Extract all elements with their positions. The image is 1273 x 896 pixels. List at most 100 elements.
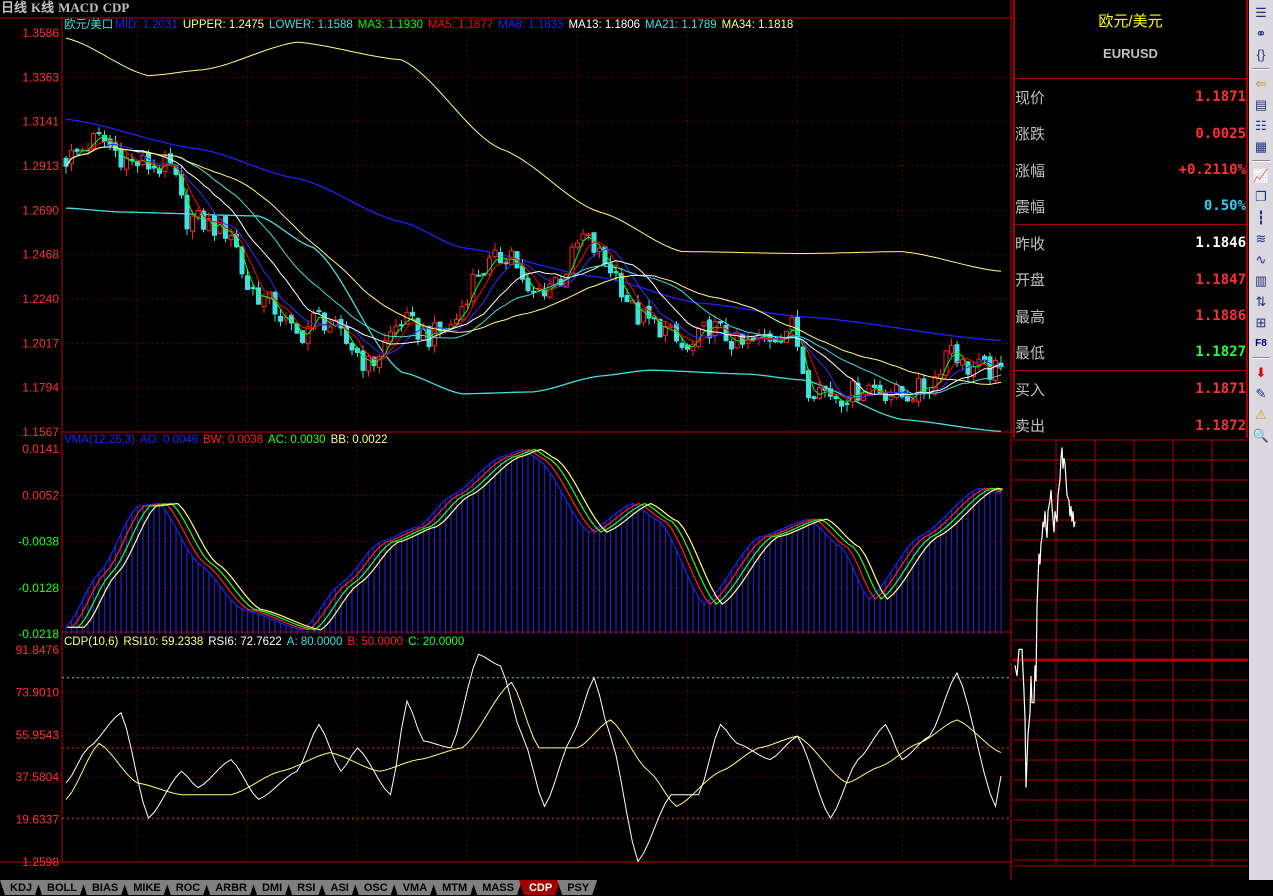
- toolbar-separator: [1252, 357, 1270, 359]
- tab-arbr[interactable]: ARBR: [205, 880, 255, 895]
- tab-asi[interactable]: ASI: [321, 880, 357, 895]
- y-tick-label: 1.2598: [22, 855, 59, 869]
- candle-body: [806, 370, 811, 399]
- window-icon[interactable]: ❐: [1251, 186, 1271, 207]
- legend-ao: AO: 0.0046: [139, 434, 199, 446]
- candle: [921, 374, 927, 399]
- candlestick-icon[interactable]: ┇: [1251, 207, 1271, 228]
- candle: [476, 269, 481, 277]
- y-tick-label: -0.0218: [18, 627, 59, 641]
- warning-icon[interactable]: ⚠: [1251, 404, 1271, 425]
- rsi10-line: [65, 681, 1002, 808]
- candle-body: [190, 215, 195, 232]
- quote-value: 1.1847: [1195, 271, 1246, 288]
- quote-label: 买入: [1015, 381, 1046, 399]
- candle-body: [960, 359, 965, 366]
- legend-rsi6: RSI6: 72.7622: [208, 636, 282, 648]
- quote-row: 买入 1.1871: [1015, 371, 1246, 408]
- y-tick-label: 55.9543: [16, 728, 60, 742]
- candle-body: [740, 333, 745, 345]
- candle: [272, 291, 278, 322]
- candle-body: [228, 235, 234, 241]
- candle-body: [789, 316, 795, 331]
- quote-title: 欧元/美元: [1098, 13, 1163, 30]
- candle-body: [69, 150, 74, 165]
- candle: [811, 395, 817, 402]
- table-icon[interactable]: ▦: [1251, 136, 1271, 157]
- candle-body: [195, 210, 201, 218]
- quote-list-icon[interactable]: ☷: [1251, 115, 1271, 136]
- tab-psy[interactable]: PSY: [557, 880, 597, 895]
- pencil-icon[interactable]: ✎: [1251, 383, 1271, 404]
- tab-cdp[interactable]: CDP: [519, 880, 560, 895]
- tab-vma[interactable]: VMA: [393, 880, 435, 895]
- candle: [366, 353, 371, 377]
- candle-body: [261, 295, 267, 308]
- candle-body: [135, 161, 140, 167]
- candle: [712, 314, 718, 344]
- quote-row: 开盘 1.1847: [1015, 262, 1246, 299]
- vma-histogram: [65, 449, 1002, 634]
- ac-line: [67, 448, 1003, 631]
- y-tick-label: 37.5804: [16, 770, 60, 784]
- indicator-cdp[interactable]: CDP: [103, 0, 130, 15]
- candle: [872, 378, 877, 394]
- quote-value: 1.1886: [1195, 308, 1246, 325]
- ma34-line: [65, 146, 1002, 385]
- candle: [839, 399, 844, 413]
- candle: [828, 381, 833, 400]
- candle: [690, 340, 696, 357]
- candle: [509, 246, 514, 266]
- y-tick-label: 1.2240: [22, 292, 59, 306]
- download-icon[interactable]: ⬇: [1251, 362, 1271, 383]
- candle: [718, 320, 723, 327]
- quote-row: 卖出 1.1872: [1015, 408, 1246, 445]
- quote-row: 最低 1.1827: [1015, 335, 1246, 371]
- tab-osc[interactable]: OSC: [354, 880, 396, 895]
- tab-bias[interactable]: BIAS: [82, 880, 126, 895]
- back-arrow-icon[interactable]: ⇦: [1251, 73, 1271, 94]
- candle-body: [322, 312, 327, 331]
- link-icon[interactable]: ⚭: [1251, 23, 1271, 44]
- y-tick-label: 19.6337: [16, 813, 60, 827]
- columns-icon[interactable]: ▥: [1251, 270, 1271, 291]
- ma21-line: [65, 146, 1002, 395]
- candle-body: [316, 310, 322, 313]
- line-chart-icon[interactable]: 📈: [1251, 165, 1271, 186]
- toolbar-separator: [1252, 160, 1270, 162]
- candle-body: [916, 377, 921, 403]
- f8-icon[interactable]: F8: [1251, 333, 1271, 354]
- tab-roc[interactable]: ROC: [166, 880, 208, 895]
- indicator-icon[interactable]: ∿: [1251, 249, 1271, 270]
- legend-ac: AC: 0.0030: [268, 434, 326, 446]
- trend-icon[interactable]: ≋: [1251, 228, 1271, 249]
- quote-row: 震幅 0.50%: [1015, 189, 1246, 225]
- candle-body: [278, 315, 283, 322]
- period-daily[interactable]: 日线: [1, 0, 27, 15]
- rsi6-line: [65, 653, 1002, 863]
- tab-mtm[interactable]: MTM: [432, 880, 475, 895]
- tab-rsi[interactable]: RSI: [287, 880, 323, 895]
- tab-kdj[interactable]: KDJ: [0, 880, 40, 895]
- tab-mike[interactable]: MIKE: [123, 880, 169, 895]
- indicator-macd[interactable]: MACD: [58, 0, 98, 15]
- split-chart-icon[interactable]: ⊞: [1251, 312, 1271, 333]
- tab-boll[interactable]: BOLL: [37, 880, 85, 895]
- quote-row: 涨幅 +0.2110%: [1015, 152, 1246, 189]
- candle: [729, 339, 734, 357]
- price-legend: 欧元/美口 MID: 1.2031 UPPER: 1.2475 LOWER: 1.15…: [64, 18, 798, 32]
- candle-body: [982, 355, 987, 360]
- search-icon[interactable]: 🔍: [1251, 425, 1271, 446]
- tab-mass[interactable]: MASS: [472, 880, 522, 895]
- quote-label: 最低: [1015, 344, 1046, 362]
- candle-body: [905, 395, 910, 402]
- quote-value: 0.50%: [1203, 198, 1246, 215]
- candle: [492, 243, 498, 260]
- tab-dmi[interactable]: DMI: [252, 880, 290, 895]
- news-icon[interactable]: ▤: [1251, 94, 1271, 115]
- chart-type-kline[interactable]: K线: [31, 0, 54, 15]
- quote-value: 1.1827: [1195, 344, 1246, 361]
- menu-icon[interactable]: ☰: [1251, 2, 1271, 23]
- bracket-icon[interactable]: {}: [1251, 44, 1271, 65]
- compare-icon[interactable]: ⇅: [1251, 291, 1271, 312]
